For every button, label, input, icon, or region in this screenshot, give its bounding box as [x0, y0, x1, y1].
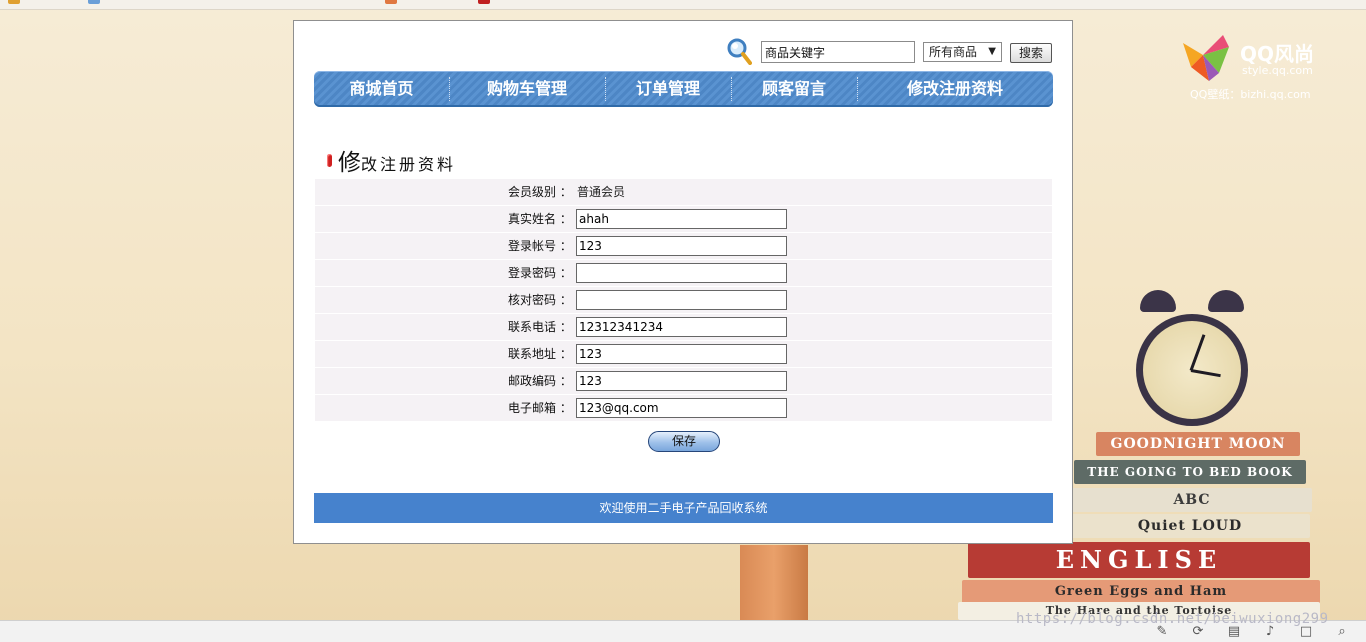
nav-item-home[interactable]: 商城首页 [314, 71, 449, 107]
phone-input[interactable] [576, 317, 787, 337]
real-name-label: 真实姓名 ： [508, 212, 572, 226]
form-row-password: 登录密码 ： [315, 260, 1052, 287]
category-select[interactable]: 所有商品 ▼ [923, 42, 1002, 62]
address-label: 联系地址 ： [508, 347, 572, 361]
real-name-input[interactable] [576, 209, 787, 229]
form-row-confirm-password: 核对密码 ： [315, 287, 1052, 314]
brand-name: QQ风尚 [1240, 42, 1315, 66]
account-label: 登录帐号 ： [508, 239, 572, 253]
form-row-member-level: 会员级别 ： 普通会员 [315, 179, 1052, 206]
form-row-address: 联系地址 ： [315, 341, 1052, 368]
postcode-label: 邮政编码 ： [508, 374, 572, 388]
search-button[interactable]: 搜索 [1010, 43, 1052, 63]
password-input[interactable] [576, 263, 787, 283]
confirm-password-input[interactable] [576, 290, 787, 310]
blog-watermark: https://blog.csdn.net/beiwuxiong299 [1016, 611, 1329, 627]
form-row-email: 电子邮箱 ： [315, 395, 1052, 422]
page-title: 修改注册资料 [338, 150, 457, 176]
title-bullet-icon [327, 154, 332, 167]
zoom-icon[interactable]: ⌕ [1334, 624, 1350, 640]
email-input[interactable] [576, 398, 787, 418]
member-level-label: 会员级别 ： [508, 185, 572, 199]
password-label: 登录密码 ： [508, 266, 572, 280]
dropdown-arrow-icon: ▼ [988, 46, 996, 57]
browser-bookmark-strip [0, 0, 1366, 10]
brand-url: style.qq.com [1242, 64, 1313, 77]
form-row-real-name: 真实姓名 ： [315, 206, 1052, 233]
form-row-postcode: 邮政编码 ： [315, 368, 1052, 395]
form-row-phone: 联系电话 ： [315, 314, 1052, 341]
nav-item-cart[interactable]: 购物车管理 [449, 71, 605, 107]
footer-banner: 欢迎使用二手电子产品回收系统 [314, 493, 1053, 523]
main-panel: 所有商品 ▼ 搜索 商城首页 购物车管理 订单管理 顾客留言 修改注册资料 修改… [293, 20, 1073, 544]
category-selected-value: 所有商品 [929, 45, 978, 59]
wallpaper-credit: QQ壁纸：bizhi.qq.com [1190, 88, 1311, 101]
email-label: 电子邮箱 ： [508, 401, 572, 415]
save-button[interactable]: 保存 [648, 431, 720, 452]
nav-item-messages[interactable]: 顾客留言 [731, 71, 857, 107]
qq-style-logo [1183, 33, 1237, 83]
confirm-password-label: 核对密码 ： [508, 293, 572, 307]
form-row-account: 登录帐号 ： [315, 233, 1052, 260]
member-level-value: 普通会员 [577, 185, 626, 199]
postcode-input[interactable] [576, 371, 787, 391]
alarm-clock-decoration [1132, 290, 1252, 430]
account-input[interactable] [576, 236, 787, 256]
nav-item-edit-profile[interactable]: 修改注册资料 [857, 71, 1053, 107]
phone-label: 联系电话 ： [508, 320, 572, 334]
background-cup [740, 545, 808, 620]
search-magnifier-icon [726, 37, 752, 65]
address-input[interactable] [576, 344, 787, 364]
search-keyword-input[interactable] [761, 41, 915, 63]
nav-item-orders[interactable]: 订单管理 [605, 71, 731, 107]
profile-form: 会员级别 ： 普通会员 真实姓名 ： 登录帐号 ： 登录密码 ： 核对密码 ： … [315, 179, 1052, 422]
main-nav-bar: 商城首页 购物车管理 订单管理 顾客留言 修改注册资料 [314, 71, 1053, 107]
